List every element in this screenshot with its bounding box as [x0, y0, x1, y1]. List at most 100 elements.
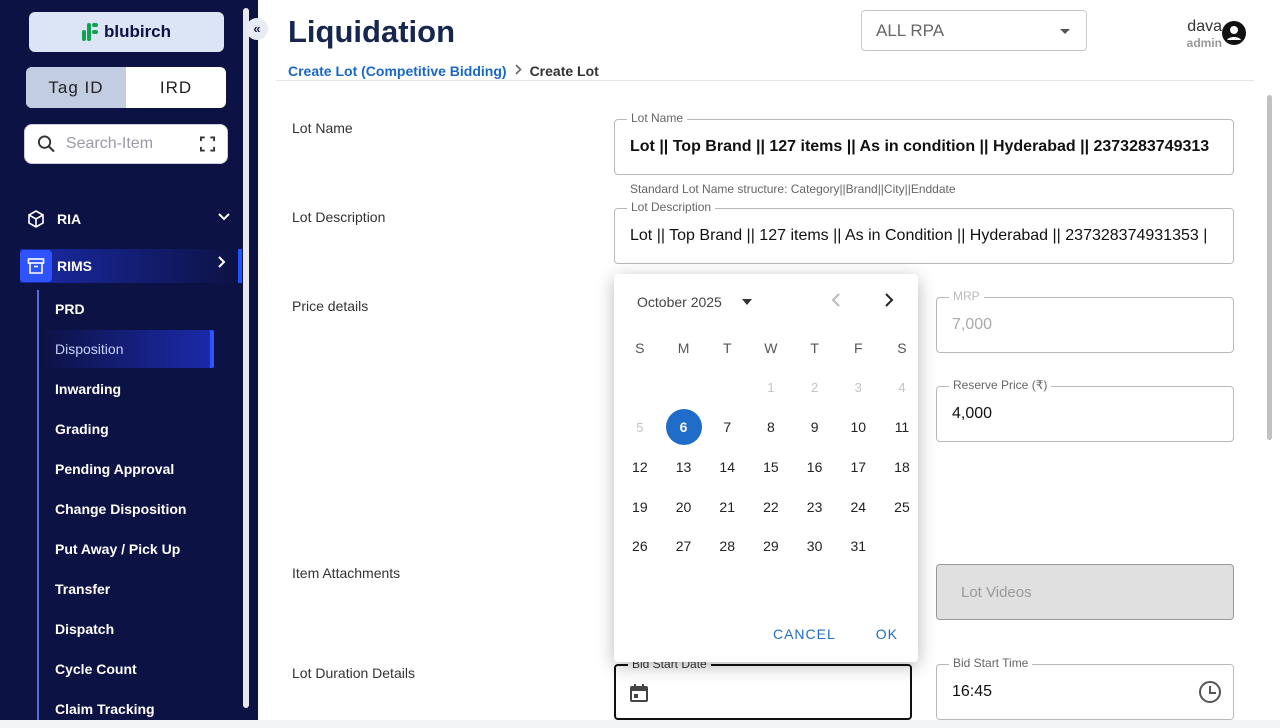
- chevron-right-icon: [218, 255, 226, 271]
- page-title: Liquidation: [288, 14, 456, 49]
- submenu-line: [37, 290, 39, 720]
- lot-description-value: Lot || Top Brand || 127 items || As in C…: [630, 227, 1208, 244]
- weekday-header: T: [722, 339, 732, 356]
- sidebar-item-change-disposition[interactable]: Change Disposition: [55, 490, 186, 528]
- reserve-price-value: 4,000: [952, 405, 993, 422]
- search-icon: [37, 135, 55, 153]
- calendar-day[interactable]: 10: [836, 407, 880, 447]
- next-month-icon[interactable]: [884, 292, 894, 313]
- reserve-price-field[interactable]: Reserve Price (₹) 4,000: [936, 378, 1234, 442]
- toggle-ird[interactable]: IRD: [126, 67, 226, 108]
- calendar-day: 1: [767, 380, 775, 396]
- calendar-day: 3: [854, 380, 862, 396]
- calendar-day[interactable]: 6: [662, 407, 706, 447]
- calendar-icon[interactable]: [629, 683, 649, 703]
- calendar-day[interactable]: 30: [793, 526, 837, 566]
- lot-videos-upload[interactable]: Lot Videos: [936, 564, 1234, 620]
- sidebar-item-cycle-count[interactable]: Cycle Count: [55, 650, 137, 688]
- scan-icon[interactable]: [199, 136, 215, 152]
- calendar-blank: [618, 368, 662, 408]
- user-info: dava admin: [1170, 18, 1222, 50]
- section-label-lot-name: Lot Name: [292, 120, 353, 136]
- bid-start-time-value: 16:45: [952, 683, 993, 700]
- sidebar-item-dispatch[interactable]: Dispatch: [55, 610, 114, 648]
- calendar-day[interactable]: 21: [705, 487, 749, 527]
- sidebar-item-grading[interactable]: Grading: [55, 410, 109, 448]
- caret-down-icon: [741, 299, 752, 305]
- rpa-select[interactable]: ALL RPA: [861, 10, 1087, 51]
- calendar-day[interactable]: 7: [705, 407, 749, 447]
- calendar-day[interactable]: 27: [662, 526, 706, 566]
- sidebar-scrollbar[interactable]: [243, 8, 249, 708]
- nav-section-ria[interactable]: RIA: [20, 202, 242, 236]
- toggle-tag-id[interactable]: Tag ID: [26, 67, 126, 108]
- collapse-sidebar-icon[interactable]: «: [246, 18, 268, 40]
- header-divider: [276, 80, 1254, 81]
- calendar-day[interactable]: 16: [793, 447, 837, 487]
- calendar-day[interactable]: 22: [749, 487, 793, 527]
- calendar-day[interactable]: 26: [618, 526, 662, 566]
- mrp-field: MRP 7,000: [936, 289, 1234, 353]
- cancel-button[interactable]: CANCEL: [773, 626, 836, 642]
- nav-section-rims[interactable]: RIMS: [20, 249, 242, 283]
- calendar-day: 4: [898, 380, 906, 396]
- lot-description-field[interactable]: Lot Description Lot || Top Brand || 127 …: [614, 200, 1234, 264]
- section-label-price-details: Price details: [292, 298, 369, 314]
- calendar-day[interactable]: 12: [618, 447, 662, 487]
- calendar-day: 5: [636, 419, 644, 435]
- calendar-day[interactable]: 20: [662, 487, 706, 527]
- month-year-selector[interactable]: October 2025: [637, 294, 752, 310]
- weekday-header: S: [635, 339, 645, 356]
- prev-month-icon[interactable]: [831, 292, 841, 313]
- date-picker: October 2025 S M T W T F S 1 2 3 4 5 6 7 8 9 10 11 12 13 14 1…: [614, 274, 918, 662]
- sidebar-item-prd[interactable]: PRD: [55, 290, 85, 328]
- breadcrumb-current: Create Lot: [529, 63, 599, 79]
- chevron-right-icon: [514, 64, 522, 78]
- calendar-day[interactable]: 14: [705, 447, 749, 487]
- calendar-day[interactable]: 19: [618, 487, 662, 527]
- dropdown-caret-icon: [1060, 29, 1070, 34]
- calendar-grid: S M T W T F S 1 2 3 4 5 6 7 8 9 10 11 12 13 14 15 16 17 18 19 20 21…: [618, 328, 914, 566]
- calendar-day[interactable]: 17: [836, 447, 880, 487]
- id-type-toggle: Tag ID IRD: [26, 67, 226, 108]
- calendar-day[interactable]: 15: [749, 447, 793, 487]
- picker-actions: CANCEL OK: [773, 626, 898, 642]
- weekday-header: T: [810, 339, 819, 356]
- cube-icon: [20, 203, 52, 235]
- calendar-day[interactable]: 31: [836, 526, 880, 566]
- sidebar-item-put-away-pick-up[interactable]: Put Away / Pick Up: [55, 530, 180, 568]
- account-circle-icon[interactable]: [1221, 20, 1247, 46]
- calendar-day[interactable]: 28: [705, 526, 749, 566]
- breadcrumb-link[interactable]: Create Lot (Competitive Bidding): [288, 63, 507, 79]
- calendar-day: 2: [810, 380, 819, 396]
- weekday-header: M: [677, 339, 690, 356]
- lot-name-helper: Standard Lot Name structure: Category||B…: [630, 182, 956, 196]
- clock-icon[interactable]: [1199, 681, 1221, 703]
- sidebar: blubirch Tag ID IRD RIA RIMS PRD Disposi…: [0, 0, 258, 720]
- content-scrollbar[interactable]: [1267, 95, 1272, 440]
- calendar-day[interactable]: 9: [793, 407, 837, 447]
- calendar-day[interactable]: 23: [793, 487, 837, 527]
- bid-start-date-field[interactable]: Bid Start Date: [614, 657, 912, 720]
- bid-start-time-field[interactable]: Bid Start Time 16:45: [936, 656, 1234, 720]
- selected-day[interactable]: 6: [665, 409, 702, 446]
- sidebar-item-claim-tracking[interactable]: Claim Tracking: [55, 690, 155, 728]
- user-name: dava: [1187, 18, 1222, 35]
- lot-name-field[interactable]: Lot Name Lot || Top Brand || 127 items |…: [614, 111, 1234, 175]
- calendar-day[interactable]: 18: [880, 447, 924, 487]
- sidebar-item-disposition[interactable]: Disposition: [40, 330, 214, 368]
- ok-button[interactable]: OK: [876, 626, 898, 642]
- calendar-day[interactable]: 24: [836, 487, 880, 527]
- sidebar-item-pending-approval[interactable]: Pending Approval: [55, 450, 174, 488]
- user-role: admin: [1186, 36, 1222, 50]
- sidebar-item-transfer[interactable]: Transfer: [55, 570, 110, 608]
- calendar-day[interactable]: 8: [749, 407, 793, 447]
- blubirch-logo[interactable]: blubirch: [29, 12, 224, 52]
- calendar-day[interactable]: 11: [880, 407, 924, 447]
- calendar-day[interactable]: 29: [749, 526, 793, 566]
- logo-mark-icon: [81, 23, 98, 41]
- calendar-day[interactable]: 25: [880, 487, 924, 527]
- sidebar-item-inwarding[interactable]: Inwarding: [55, 370, 121, 408]
- calendar-day[interactable]: 13: [662, 447, 706, 487]
- search-input[interactable]: [65, 135, 186, 153]
